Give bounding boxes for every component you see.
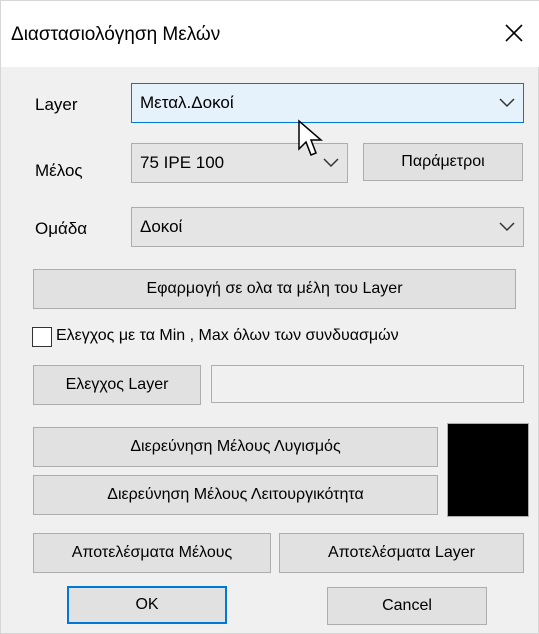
layer-select-value: Μεταλ.Δοκοί: [140, 93, 234, 112]
parameters-button[interactable]: Παράμετροι: [363, 143, 523, 181]
dialog-window: Διαστασιολόγηση Μελών Layer Μεταλ.Δοκοί …: [0, 0, 539, 634]
member-select-value: 75 IPE 100: [140, 153, 225, 172]
member-results-button[interactable]: Αποτελέσματα Μέλους: [33, 533, 271, 573]
minmax-check-label: Ελεγχος με τα Min , Max όλων των συνδυασ…: [56, 327, 399, 344]
chevron-down-icon: [323, 158, 339, 168]
close-button[interactable]: [496, 15, 532, 51]
layer-results-button[interactable]: Αποτελέσματα Layer: [279, 533, 524, 573]
close-icon: [505, 24, 523, 42]
apply-all-button[interactable]: Εφαρμογή σε ολα τα μέλη του Layer: [33, 269, 516, 309]
check-layer-field[interactable]: [211, 365, 524, 403]
check-layer-button[interactable]: Ελεγχος Layer: [33, 365, 201, 405]
group-select[interactable]: Δοκοί: [131, 207, 524, 247]
mouse-pointer-icon: [298, 119, 324, 156]
cancel-button[interactable]: Cancel: [327, 587, 487, 625]
title-bar: Διαστασιολόγηση Μελών: [1, 1, 539, 67]
group-label: Ομάδα: [35, 219, 88, 238]
window-title: Διαστασιολόγηση Μελών: [11, 24, 221, 45]
investigate-buckling-button[interactable]: Διερεύνηση Μέλους Λυγισμός: [33, 427, 438, 467]
member-label: Μέλος: [35, 161, 83, 180]
investigate-serviceability-button[interactable]: Διερεύνηση Μέλους Λειτουργικότητα: [33, 475, 438, 515]
ok-button[interactable]: OK: [67, 586, 227, 624]
chevron-down-icon: [499, 222, 515, 232]
color-swatch[interactable]: [447, 423, 529, 517]
chevron-down-icon: [499, 98, 515, 108]
minmax-checkbox[interactable]: [32, 327, 52, 347]
layer-select[interactable]: Μεταλ.Δοκοί: [131, 83, 524, 123]
layer-label: Layer: [35, 95, 78, 114]
group-select-value: Δοκοί: [140, 217, 183, 236]
